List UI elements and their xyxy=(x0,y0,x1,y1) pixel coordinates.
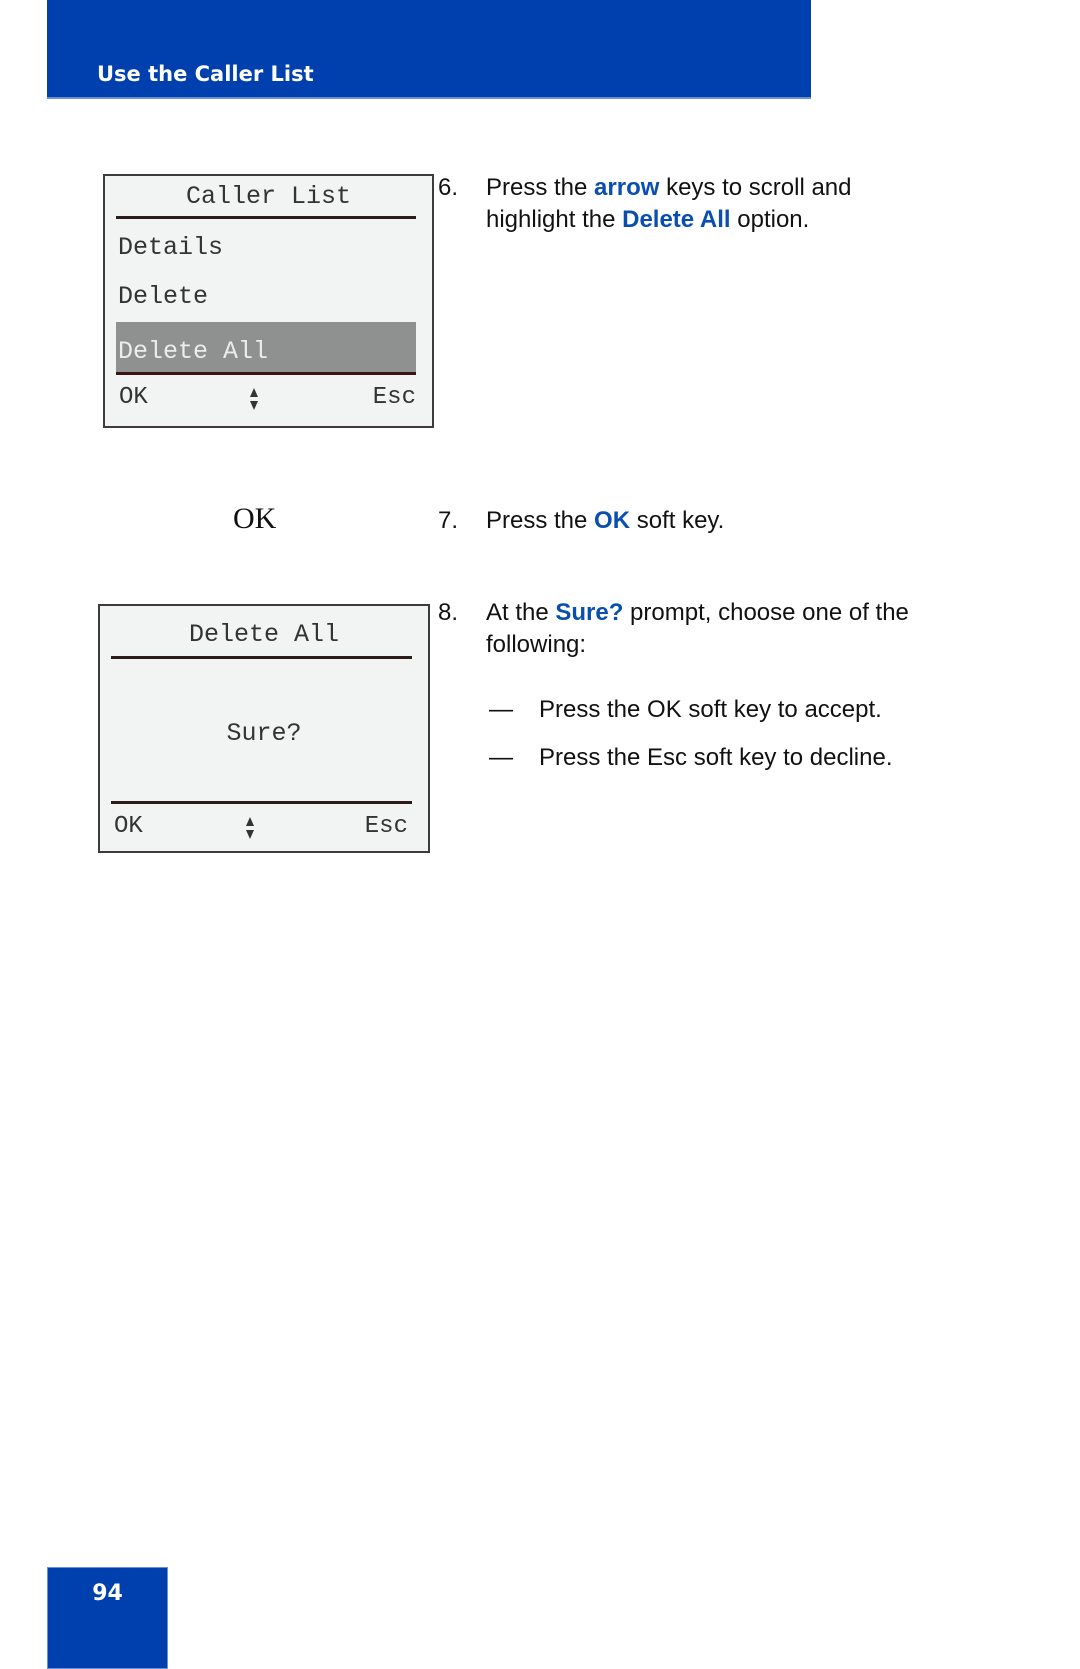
text: option. xyxy=(730,206,810,233)
step-text-line2: following: xyxy=(486,631,587,658)
section-header: Use the Caller List xyxy=(47,0,811,99)
menu-item-label: Delete All xyxy=(118,337,269,366)
softkey-esc[interactable]: Esc xyxy=(373,384,416,411)
title-divider xyxy=(116,216,416,219)
screen-title: Caller List xyxy=(185,182,352,211)
confirm-prompt: Sure? xyxy=(226,719,302,748)
menu-item-delete-all-selected[interactable]: Delete All xyxy=(116,322,416,372)
page-number: 94 xyxy=(92,1581,123,1606)
text: highlight the xyxy=(486,206,623,233)
softkey-ok[interactable]: OK xyxy=(119,384,148,411)
text: soft key. xyxy=(630,507,725,534)
softkey-esc[interactable]: Esc xyxy=(365,813,408,840)
page-number-box: 94 xyxy=(47,1567,168,1669)
text: At the xyxy=(486,599,556,626)
step-text-line2: highlight the Delete All option. xyxy=(486,204,809,236)
ok-key-label: OK xyxy=(233,502,277,535)
step-number: 6. xyxy=(438,174,459,201)
menu-item-details[interactable]: Details xyxy=(118,233,223,262)
step-text-line1: At the Sure? prompt, choose one of the xyxy=(486,597,909,629)
emphasis-arrow: arrow xyxy=(594,174,660,201)
step-number: 7. xyxy=(438,507,459,534)
emphasis-sure: Sure? xyxy=(555,599,624,626)
text: Press the xyxy=(486,507,595,534)
screen-title: Delete All xyxy=(188,620,340,649)
emphasis-ok: OK xyxy=(594,507,631,534)
dash-bullet: — xyxy=(489,744,513,771)
softkey-ok[interactable]: OK xyxy=(114,813,143,840)
text: keys to scroll and xyxy=(659,174,852,201)
step-text-line1: Press the arrow keys to scroll and xyxy=(486,172,852,204)
title-divider xyxy=(111,656,412,659)
caller-list-screen: Caller List Details Delete Delete All OK… xyxy=(103,174,434,428)
step-number: 8. xyxy=(438,599,459,626)
section-title: Use the Caller List xyxy=(97,62,314,86)
option-text: Press the Esc soft key to decline. xyxy=(539,744,893,771)
softkey-divider xyxy=(111,801,412,804)
delete-all-confirm-screen: Delete All Sure? OK Esc xyxy=(98,604,430,853)
text: Press the xyxy=(486,174,595,201)
menu-item-delete[interactable]: Delete xyxy=(118,282,208,311)
text: prompt, choose one of the xyxy=(623,599,909,626)
emphasis-delete-all: Delete All xyxy=(622,206,731,233)
dash-bullet: — xyxy=(489,696,513,723)
option-text: Press the OK soft key to accept. xyxy=(539,696,882,723)
step-text-line1: Press the OK soft key. xyxy=(486,505,724,537)
selection-underline xyxy=(116,372,416,375)
